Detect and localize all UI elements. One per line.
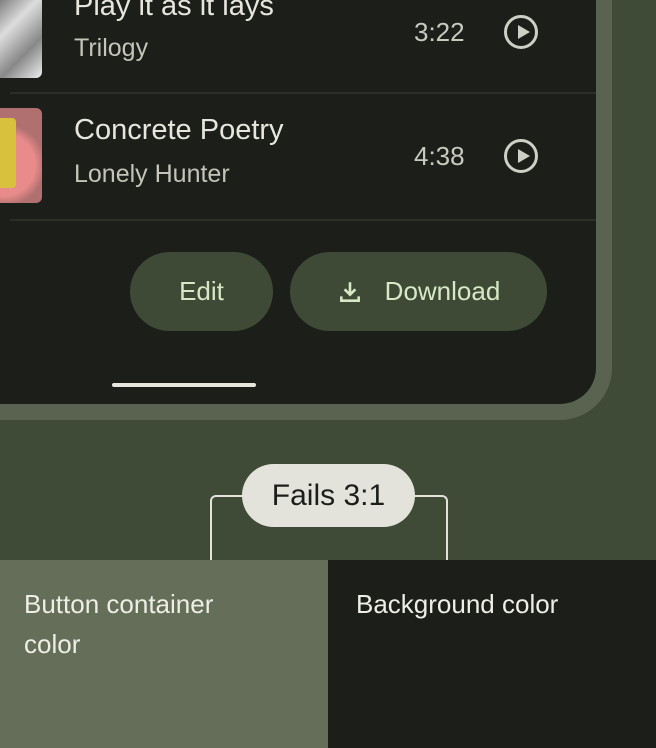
swatch-button-container: Button container color: [0, 560, 328, 748]
divider: [10, 92, 596, 94]
download-icon: [339, 281, 360, 302]
album-art: [0, 0, 42, 78]
download-label: Download: [384, 276, 501, 306]
track-artist: Trilogy: [74, 34, 149, 62]
swatch-background: Background color: [328, 560, 656, 748]
track-artist: Lonely Hunter: [74, 160, 230, 188]
play-icon[interactable]: [504, 15, 538, 49]
track-duration: 3:22: [414, 17, 465, 47]
track-title: Play it as it lays: [74, 0, 274, 22]
download-button[interactable]: Download: [290, 252, 547, 331]
home-indicator[interactable]: [112, 383, 256, 387]
track-duration: 4:38: [414, 141, 465, 171]
edit-label: Edit: [179, 276, 224, 306]
swatch-label: Background color: [356, 589, 559, 619]
edit-button[interactable]: Edit: [130, 252, 273, 331]
track-title: Concrete Poetry: [74, 114, 284, 146]
play-icon[interactable]: [504, 139, 538, 173]
swatch-label: Button container color: [24, 589, 214, 659]
divider: [10, 219, 596, 221]
album-art: [0, 108, 42, 203]
contrast-badge: Fails 3:1: [242, 464, 415, 527]
